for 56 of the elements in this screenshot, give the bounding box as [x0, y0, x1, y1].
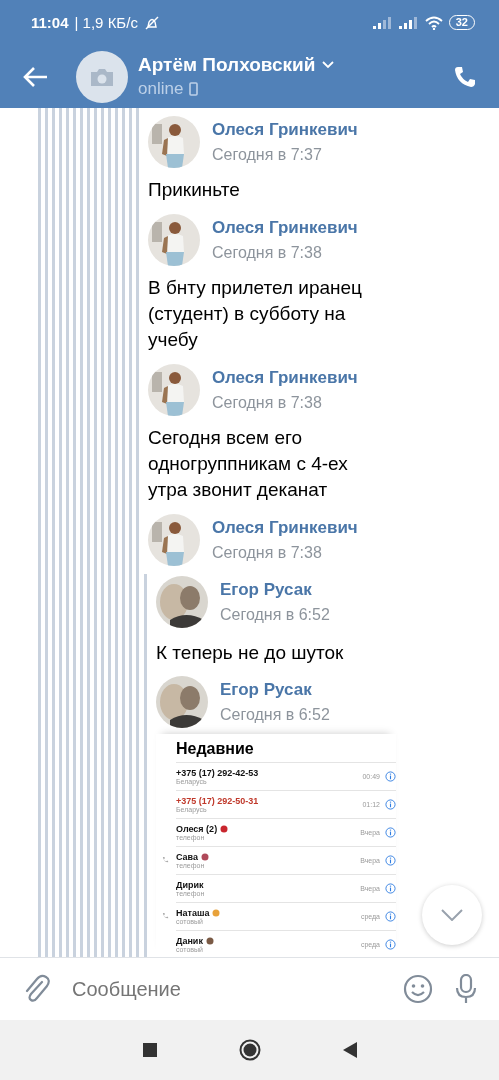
info-icon[interactable] [385, 883, 396, 894]
home-nav-icon[interactable] [238, 1039, 261, 1061]
author-name[interactable]: Олеся Гринкевич [212, 518, 358, 538]
author-name[interactable]: Егор Русак [220, 580, 330, 600]
call-entry-name[interactable]: +375 (17) 292-42-53 [176, 768, 259, 778]
avatar[interactable] [148, 116, 200, 168]
message-time: Сегодня в 6:52 [220, 706, 330, 724]
message-time: Сегодня в 7:38 [212, 544, 323, 562]
message-time: Сегодня в 7:38 [212, 394, 323, 412]
message-time: Сегодня в 6:52 [220, 606, 330, 624]
info-icon[interactable] [385, 939, 396, 950]
message-text: Сегодня всем его одногруппникам с 4-ех утра звонит деканат [148, 426, 349, 502]
status-time: 11:04 [31, 14, 69, 31]
message-input-field[interactable]: Сообщение [72, 977, 381, 1001]
author-name[interactable]: Егор Русак [220, 680, 330, 700]
back-nav-icon[interactable] [342, 1042, 357, 1058]
info-icon[interactable] [385, 771, 396, 782]
recents-title: Недавние [175, 739, 255, 759]
avatar[interactable] [156, 576, 208, 628]
chevron-down-icon [441, 909, 463, 921]
alarm-off-icon [143, 14, 160, 31]
recents-nav-icon[interactable] [142, 1043, 157, 1057]
info-icon[interactable] [385, 799, 396, 810]
call-entry-name[interactable]: Олеся (2) [176, 824, 218, 834]
call-icon[interactable] [453, 64, 477, 89]
message-text: В бнту прилетел иранец (студент) в субботу на учебу [148, 276, 363, 352]
avatar[interactable] [148, 364, 200, 416]
wifi-icon [424, 15, 443, 30]
back-icon[interactable] [22, 65, 48, 88]
message-text: Прикиньте [148, 178, 241, 202]
author-name[interactable]: Олеся Гринкевич [212, 218, 358, 238]
info-icon[interactable] [385, 855, 396, 866]
info-icon[interactable] [385, 911, 396, 922]
message-time: Сегодня в 7:38 [212, 244, 323, 262]
contact-name[interactable]: Артём Полховский [138, 54, 316, 76]
message-time: Сегодня в 7:37 [212, 146, 323, 164]
online-status: online [138, 79, 184, 99]
microphone-icon[interactable] [455, 974, 477, 1004]
signal-icon [398, 16, 419, 29]
author-name[interactable]: Олеся Гринкевич [212, 368, 358, 388]
signal-icon [372, 16, 393, 29]
call-entry-name[interactable]: Даник [176, 936, 203, 946]
camera-icon [89, 66, 115, 87]
call-entry-name[interactable]: +375 (17) 292-50-31 [176, 796, 259, 806]
avatar[interactable] [156, 676, 208, 728]
avatar[interactable] [148, 514, 200, 566]
phone-device-icon [189, 82, 199, 96]
call-entry-name[interactable]: Дирик [176, 880, 204, 890]
call-entry-name[interactable]: Наташа [176, 908, 210, 918]
call-entry-name[interactable]: Сава [176, 852, 199, 862]
message-text: К теперь не до шуток [156, 641, 345, 665]
info-icon[interactable] [385, 827, 396, 838]
author-name[interactable]: Олеся Гринкевич [212, 120, 358, 140]
avatar[interactable] [148, 214, 200, 266]
chevron-down-icon[interactable] [321, 61, 334, 69]
network-speed: | 1,9 КБ/с [74, 14, 138, 31]
